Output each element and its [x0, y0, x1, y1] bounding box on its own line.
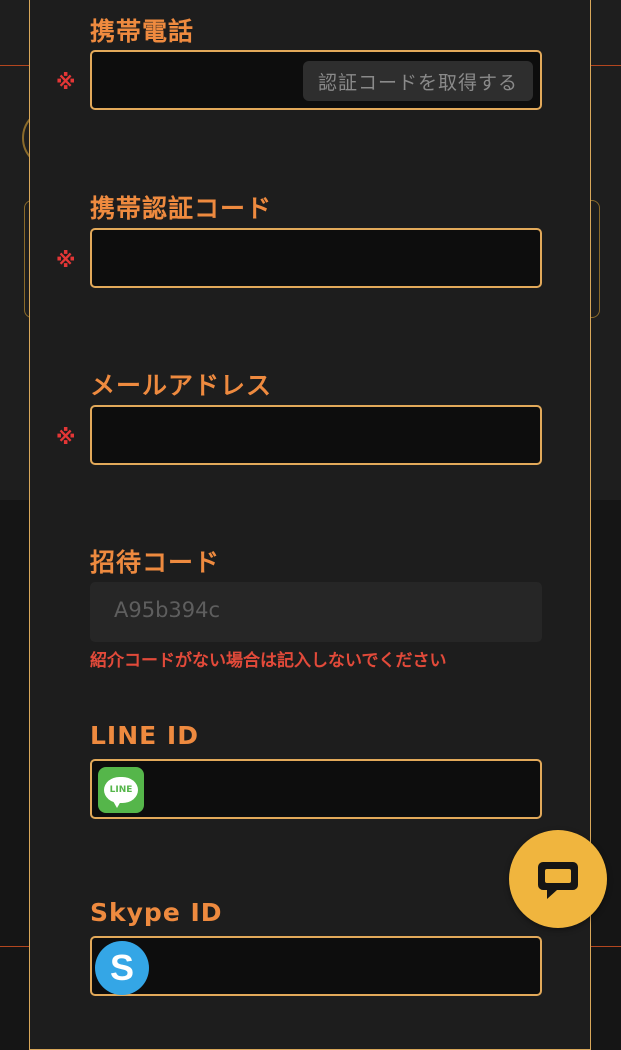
- chat-button[interactable]: [509, 830, 607, 928]
- phone-field[interactable]: 認証コードを取得する: [90, 50, 542, 110]
- registration-modal: [29, 0, 591, 1050]
- line-id-field[interactable]: LINE: [90, 759, 542, 819]
- phone-code-input[interactable]: [92, 230, 540, 286]
- required-mark: ※: [56, 248, 76, 272]
- email-input[interactable]: [92, 407, 540, 463]
- phone-code-label: 携帯認証コード: [90, 194, 273, 223]
- phone-label: 携帯電話: [90, 17, 195, 46]
- skype-id-input[interactable]: [92, 938, 540, 994]
- email-label: メールアドレス: [90, 371, 273, 400]
- chat-bubble-icon: [538, 862, 578, 899]
- invite-code-hint: 紹介コードがない場合は記入しないでください: [90, 651, 447, 671]
- email-field[interactable]: [90, 405, 542, 465]
- required-mark: ※: [56, 70, 76, 94]
- get-code-button[interactable]: 認証コードを取得する: [303, 61, 533, 101]
- required-mark: ※: [56, 425, 76, 449]
- skype-id-field[interactable]: S: [90, 936, 542, 996]
- invite-code-label: 招待コード: [90, 548, 221, 577]
- invite-code-field: A95b394c: [90, 582, 542, 642]
- line-id-input[interactable]: [92, 761, 540, 817]
- phone-code-field[interactable]: [90, 228, 542, 288]
- invite-code-value: A95b394c: [114, 598, 221, 622]
- skype-id-label: Skype ID: [90, 898, 223, 927]
- line-id-label: LINE ID: [90, 721, 199, 750]
